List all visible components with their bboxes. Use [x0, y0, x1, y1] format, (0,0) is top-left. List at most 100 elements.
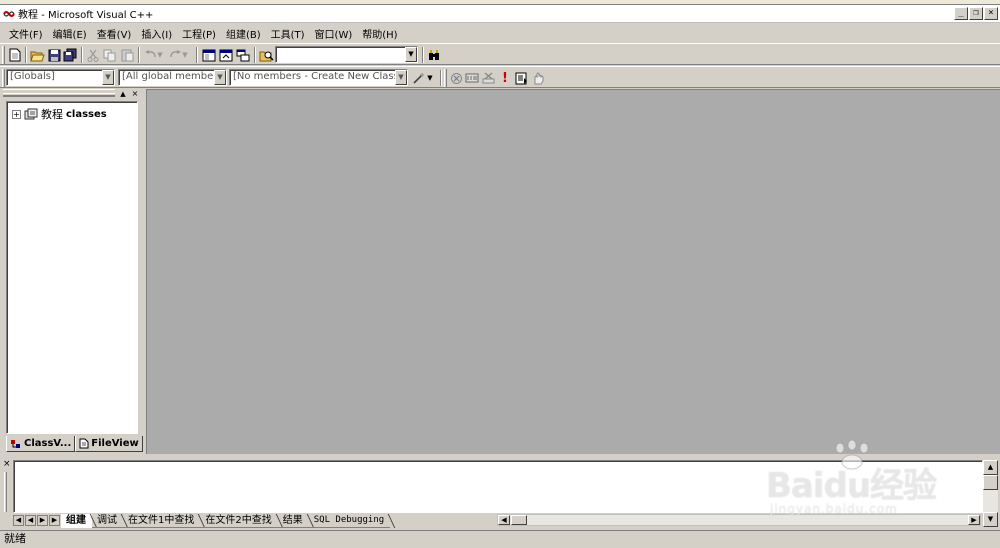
tab-scroll-first-icon[interactable]: ◀ [13, 515, 24, 526]
minimize-button[interactable]: _ [954, 7, 968, 20]
menu-window[interactable]: 窗口(W) [314, 25, 354, 42]
class-view-icon [11, 439, 20, 448]
tab-build[interactable]: 组建 [61, 513, 92, 528]
search-icon[interactable] [426, 47, 442, 63]
toolbar-separator [138, 47, 140, 63]
tab-find-in-files-1[interactable]: 在文件1中查找 [123, 514, 201, 528]
standard-toolbar: ▼ ▼ ▼ [0, 43, 1000, 65]
chevron-down-icon[interactable]: ▼ [395, 70, 407, 85]
menu-build[interactable]: 组建(B) [225, 25, 262, 42]
go-icon[interactable] [513, 70, 529, 86]
toolbar-grip[interactable] [444, 69, 447, 87]
class-combo[interactable]: [Globals] ▼ [6, 69, 115, 86]
find-combo[interactable]: ▼ [275, 46, 418, 63]
tab-debug[interactable]: 调试 [92, 514, 123, 528]
new-icon[interactable] [7, 47, 23, 63]
paste-icon[interactable] [119, 47, 135, 63]
save-all-icon[interactable] [62, 47, 78, 63]
output-text-area[interactable] [13, 460, 983, 513]
filter-combo[interactable]: [All global members ▼ [118, 69, 227, 86]
scroll-right-icon[interactable]: ▶ [968, 515, 980, 525]
status-text: 就绪 [4, 532, 26, 545]
open-icon[interactable] [29, 47, 45, 63]
toolbar-separator [196, 47, 198, 63]
restore-button[interactable]: ❐ [969, 7, 983, 20]
wizard-bar: [Globals] ▼ [All global members ▼ [No me… [0, 66, 1000, 88]
window-title: 教程 - Microsoft Visual C++ [18, 10, 154, 21]
filter-combo-value: [All global members [122, 71, 223, 82]
save-icon[interactable] [46, 47, 62, 63]
expand-toggle[interactable]: + [12, 109, 21, 119]
tab-scroll-last-icon[interactable]: ▶ [49, 515, 60, 526]
menu-insert[interactable]: 插入(I) [140, 25, 173, 42]
members-combo-value: [No members - Create New Class...] [233, 71, 408, 82]
compile-icon[interactable] [448, 70, 464, 86]
toolbar-grip[interactable] [2, 46, 5, 64]
tab-scroll-prev-icon[interactable]: ◀ [25, 515, 36, 526]
menu-view[interactable]: 查看(V) [96, 25, 133, 42]
undo-dropdown-icon[interactable]: ▼ [156, 47, 164, 63]
tab-classview[interactable]: ClassV... [6, 436, 76, 452]
find-in-files-icon[interactable] [258, 47, 274, 63]
tab-scroll-next-icon[interactable]: ▶ [37, 515, 48, 526]
menu-file[interactable]: 文件(F) [8, 25, 44, 42]
toolbar-grip[interactable] [2, 69, 5, 87]
tab-fileview[interactable]: FileView [75, 436, 143, 452]
window-list-icon[interactable] [235, 47, 251, 63]
tab-sql-debugging[interactable]: SQL Debugging [308, 514, 391, 528]
tab-results[interactable]: 结果 [277, 514, 309, 528]
breakpoint-icon[interactable] [530, 70, 546, 86]
toolbar-separator [254, 47, 256, 63]
stop-build-icon[interactable] [480, 70, 496, 86]
classes-folder-icon [24, 108, 38, 120]
output-tabs: ◀ ◀ ▶ ▶ 组建 调试 在文件1中查找 在文件2中查找 结果 SQL Deb… [13, 513, 998, 528]
class-tree[interactable]: + 教程 classes [6, 101, 138, 434]
workspace-icon[interactable] [201, 47, 217, 63]
redo-dropdown-icon[interactable]: ▼ [181, 47, 189, 63]
chevron-down-icon[interactable]: ▼ [405, 47, 417, 62]
tree-node-root[interactable]: + 教程 classes [12, 106, 107, 122]
toolbar-separator [25, 47, 27, 63]
tab-find-in-files-2[interactable]: 在文件2中查找 [200, 514, 278, 528]
chevron-down-icon[interactable]: ▼ [214, 70, 226, 85]
execute-icon[interactable]: ! [497, 70, 513, 86]
output-horizontal-scrollbar[interactable]: ◀ ▶ [497, 514, 981, 526]
workspace-grip[interactable] [3, 93, 115, 96]
scroll-left-icon[interactable]: ◀ [498, 515, 510, 525]
chevron-down-icon[interactable]: ▼ [102, 70, 114, 85]
cut-icon[interactable] [85, 47, 101, 63]
workspace-tabs: ClassV... FileView [6, 436, 143, 452]
close-button[interactable]: × [984, 7, 998, 20]
close-panel-icon[interactable]: × [3, 460, 11, 469]
members-combo[interactable]: [No members - Create New Class...] ▼ [229, 69, 408, 86]
output-grip[interactable] [4, 472, 7, 512]
toolbar-separator [440, 70, 442, 86]
title-bar: 教程 - Microsoft Visual C++ _ ❐ × [0, 5, 1000, 23]
status-bar: 就绪 [0, 530, 1000, 548]
menu-help[interactable]: 帮助(H) [361, 25, 398, 42]
scroll-up-icon[interactable]: ▲ [983, 460, 998, 475]
class-combo-value: [Globals] [10, 71, 55, 82]
wizard-action-dropdown-icon[interactable]: ▼ [426, 70, 434, 86]
copy-icon[interactable] [102, 47, 118, 63]
output-icon[interactable] [218, 47, 234, 63]
menu-project[interactable]: 工程(P) [181, 25, 217, 42]
scroll-thumb[interactable] [511, 515, 527, 525]
tab-classview-label: ClassV... [24, 438, 72, 449]
menu-tools[interactable]: 工具(T) [270, 25, 306, 42]
mdi-client-area[interactable] [146, 89, 1000, 454]
tab-fileview-label: FileView [91, 438, 139, 449]
file-view-icon [79, 438, 89, 449]
tree-root-label: 教程 [41, 108, 63, 121]
close-panel-icon[interactable]: × [130, 90, 140, 99]
wizard-action-icon[interactable] [411, 70, 427, 86]
toolbar-separator [422, 47, 424, 63]
output-panel-left: × [0, 458, 13, 528]
build-icon[interactable] [464, 70, 480, 86]
menu-edit[interactable]: 编辑(E) [52, 25, 88, 42]
maximize-panel-icon[interactable]: ▲ [118, 90, 128, 99]
tree-root-suffix: classes [66, 108, 107, 120]
menu-bar: 文件(F) 编辑(E) 查看(V) 插入(I) 工程(P) 组建(B) 工具(T… [0, 24, 1000, 42]
scroll-thumb[interactable] [983, 475, 998, 490]
visual-cpp-app-icon [3, 10, 15, 17]
